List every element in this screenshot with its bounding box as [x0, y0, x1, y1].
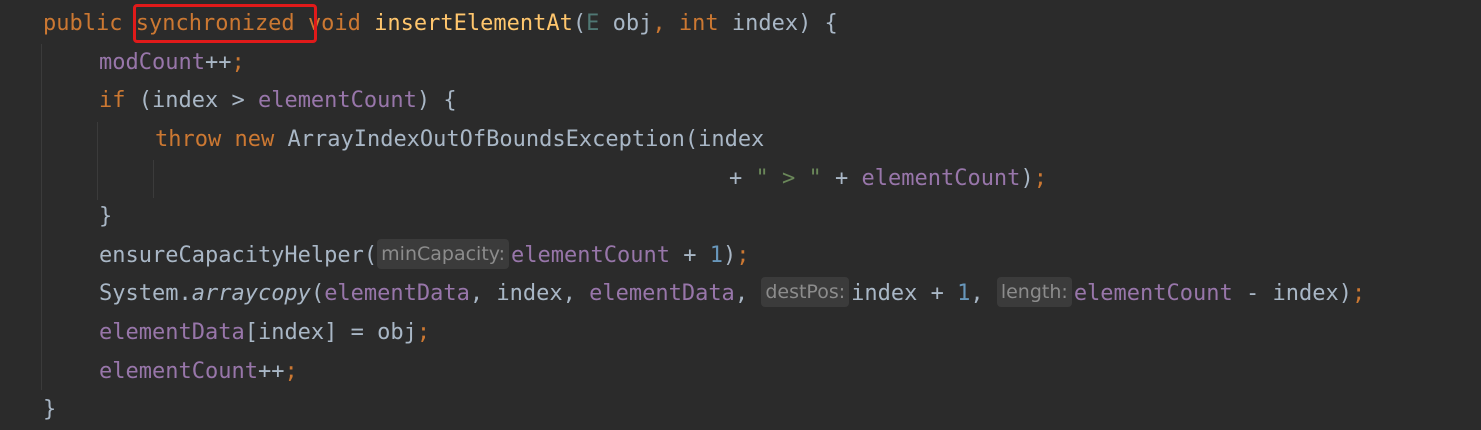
indent-guide: [97, 122, 98, 200]
close-paren: ): [1020, 166, 1034, 191]
comma: ,: [734, 281, 762, 306]
semicolon: ;: [416, 320, 431, 345]
field-elementdata: elementData: [589, 281, 735, 306]
semicolon: ;: [284, 359, 298, 384]
plus-operator: +: [670, 243, 710, 268]
field-modcount: modCount: [99, 50, 205, 75]
semicolon: ;: [231, 50, 245, 75]
code-line-2[interactable]: modCount++;: [99, 43, 245, 82]
parameter-hint-destpos: destPos:: [761, 277, 850, 307]
code-line-4[interactable]: throw new ArrayIndexOutOfBoundsException…: [155, 120, 764, 159]
field-elementcount: elementCount: [511, 243, 670, 268]
code-line-6[interactable]: }: [99, 197, 112, 236]
code-line-11[interactable]: }: [43, 390, 56, 429]
field-elementcount: elementCount: [1073, 281, 1233, 306]
field-elementcount: elementCount: [99, 359, 258, 384]
keyword-new: new: [234, 127, 275, 152]
closing-brace: }: [99, 204, 113, 229]
method-name: insertElementAt: [374, 11, 573, 36]
condition-end: ) {: [416, 88, 457, 113]
open-paren: (: [310, 281, 325, 306]
keyword-if: if: [99, 88, 126, 113]
code-line-7[interactable]: ensureCapacityHelper(minCapacity: element…: [99, 236, 750, 275]
parameter-hint-length: length:: [996, 277, 1072, 307]
comma: ,: [652, 11, 666, 36]
comma: ,: [970, 281, 997, 306]
type-param: E: [586, 11, 600, 36]
code-line-9[interactable]: elementData[index] = obj;: [99, 313, 430, 352]
number-literal: 1: [709, 243, 723, 268]
code-line-8[interactable]: System.arraycopy(elementData, index, ele…: [99, 274, 1365, 313]
param-rest: index) {: [718, 11, 838, 36]
plus-operator: +: [821, 166, 862, 191]
code-editor[interactable]: public synchronized void insertElementAt…: [0, 0, 1481, 430]
method-call: ensureCapacityHelper(: [99, 243, 378, 268]
semicolon: ;: [1351, 281, 1366, 306]
param-obj: obj: [599, 11, 653, 36]
field-elementcount: elementCount: [257, 88, 417, 113]
plus-operator: +: [729, 166, 756, 191]
close-paren: ): [723, 243, 737, 268]
field-elementcount: elementCount: [861, 166, 1021, 191]
code-line-3[interactable]: if (index > elementCount) {: [99, 81, 457, 120]
field-elementdata: elementData: [324, 281, 470, 306]
assignment: [index] = obj: [244, 320, 417, 345]
args: , index,: [469, 281, 590, 306]
minus-index: - index): [1232, 281, 1352, 306]
code-line-5[interactable]: + " > " + elementCount);: [729, 159, 1047, 198]
field-elementdata: elementData: [99, 320, 245, 345]
condition: (index >: [125, 88, 258, 113]
keyword-int: int: [678, 11, 719, 36]
highlight-annotation-box: [133, 4, 317, 43]
method-arraycopy: arraycopy: [191, 281, 311, 306]
parameter-hint-mincapacity: minCapacity:: [377, 239, 510, 269]
semicolon: ;: [1033, 166, 1047, 191]
code-line-10[interactable]: elementCount++;: [99, 352, 298, 391]
semicolon: ;: [736, 243, 750, 268]
exception-call: ArrayIndexOutOfBoundsException(index: [274, 127, 765, 152]
string-literal: " > ": [755, 166, 822, 191]
open-paren: (: [572, 11, 587, 36]
keyword-throw: throw: [155, 127, 222, 152]
operator: ++: [204, 50, 232, 75]
indent-guide: [41, 44, 42, 390]
arg-index: index +: [851, 281, 958, 306]
keyword-public: public: [43, 11, 123, 36]
class-system: System.: [99, 281, 192, 306]
indent-guide: [153, 160, 154, 198]
closing-brace: }: [43, 397, 57, 422]
number-literal: 1: [957, 281, 971, 306]
operator: ++: [257, 359, 285, 384]
